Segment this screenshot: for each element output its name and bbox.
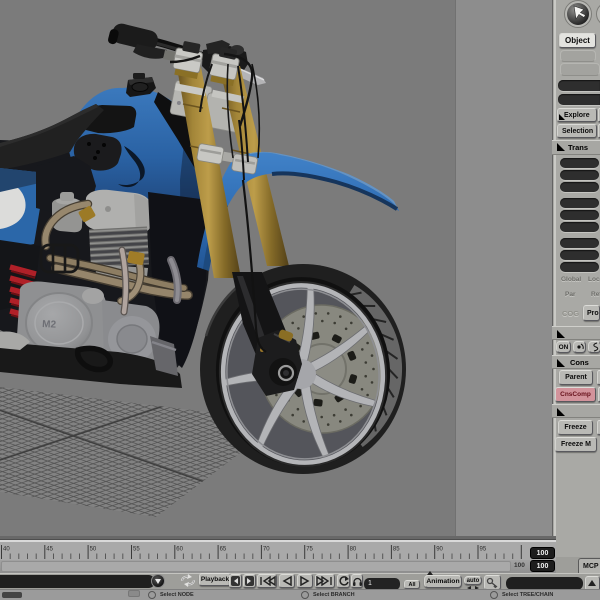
svg-text:75: 75 [306, 547, 313, 553]
svg-text:45: 45 [46, 547, 53, 553]
svg-text:90: 90 [436, 547, 443, 553]
svg-text:65: 65 [220, 547, 227, 553]
svg-text:40: 40 [3, 547, 10, 553]
svg-text:95: 95 [480, 547, 487, 553]
svg-text:55: 55 [133, 547, 140, 553]
svg-text:85: 85 [393, 547, 400, 553]
svg-text:50: 50 [90, 547, 97, 553]
svg-text:70: 70 [263, 547, 270, 553]
svg-text:60: 60 [176, 547, 183, 553]
svg-text:80: 80 [350, 547, 357, 553]
svg-text:M2: M2 [42, 319, 57, 331]
